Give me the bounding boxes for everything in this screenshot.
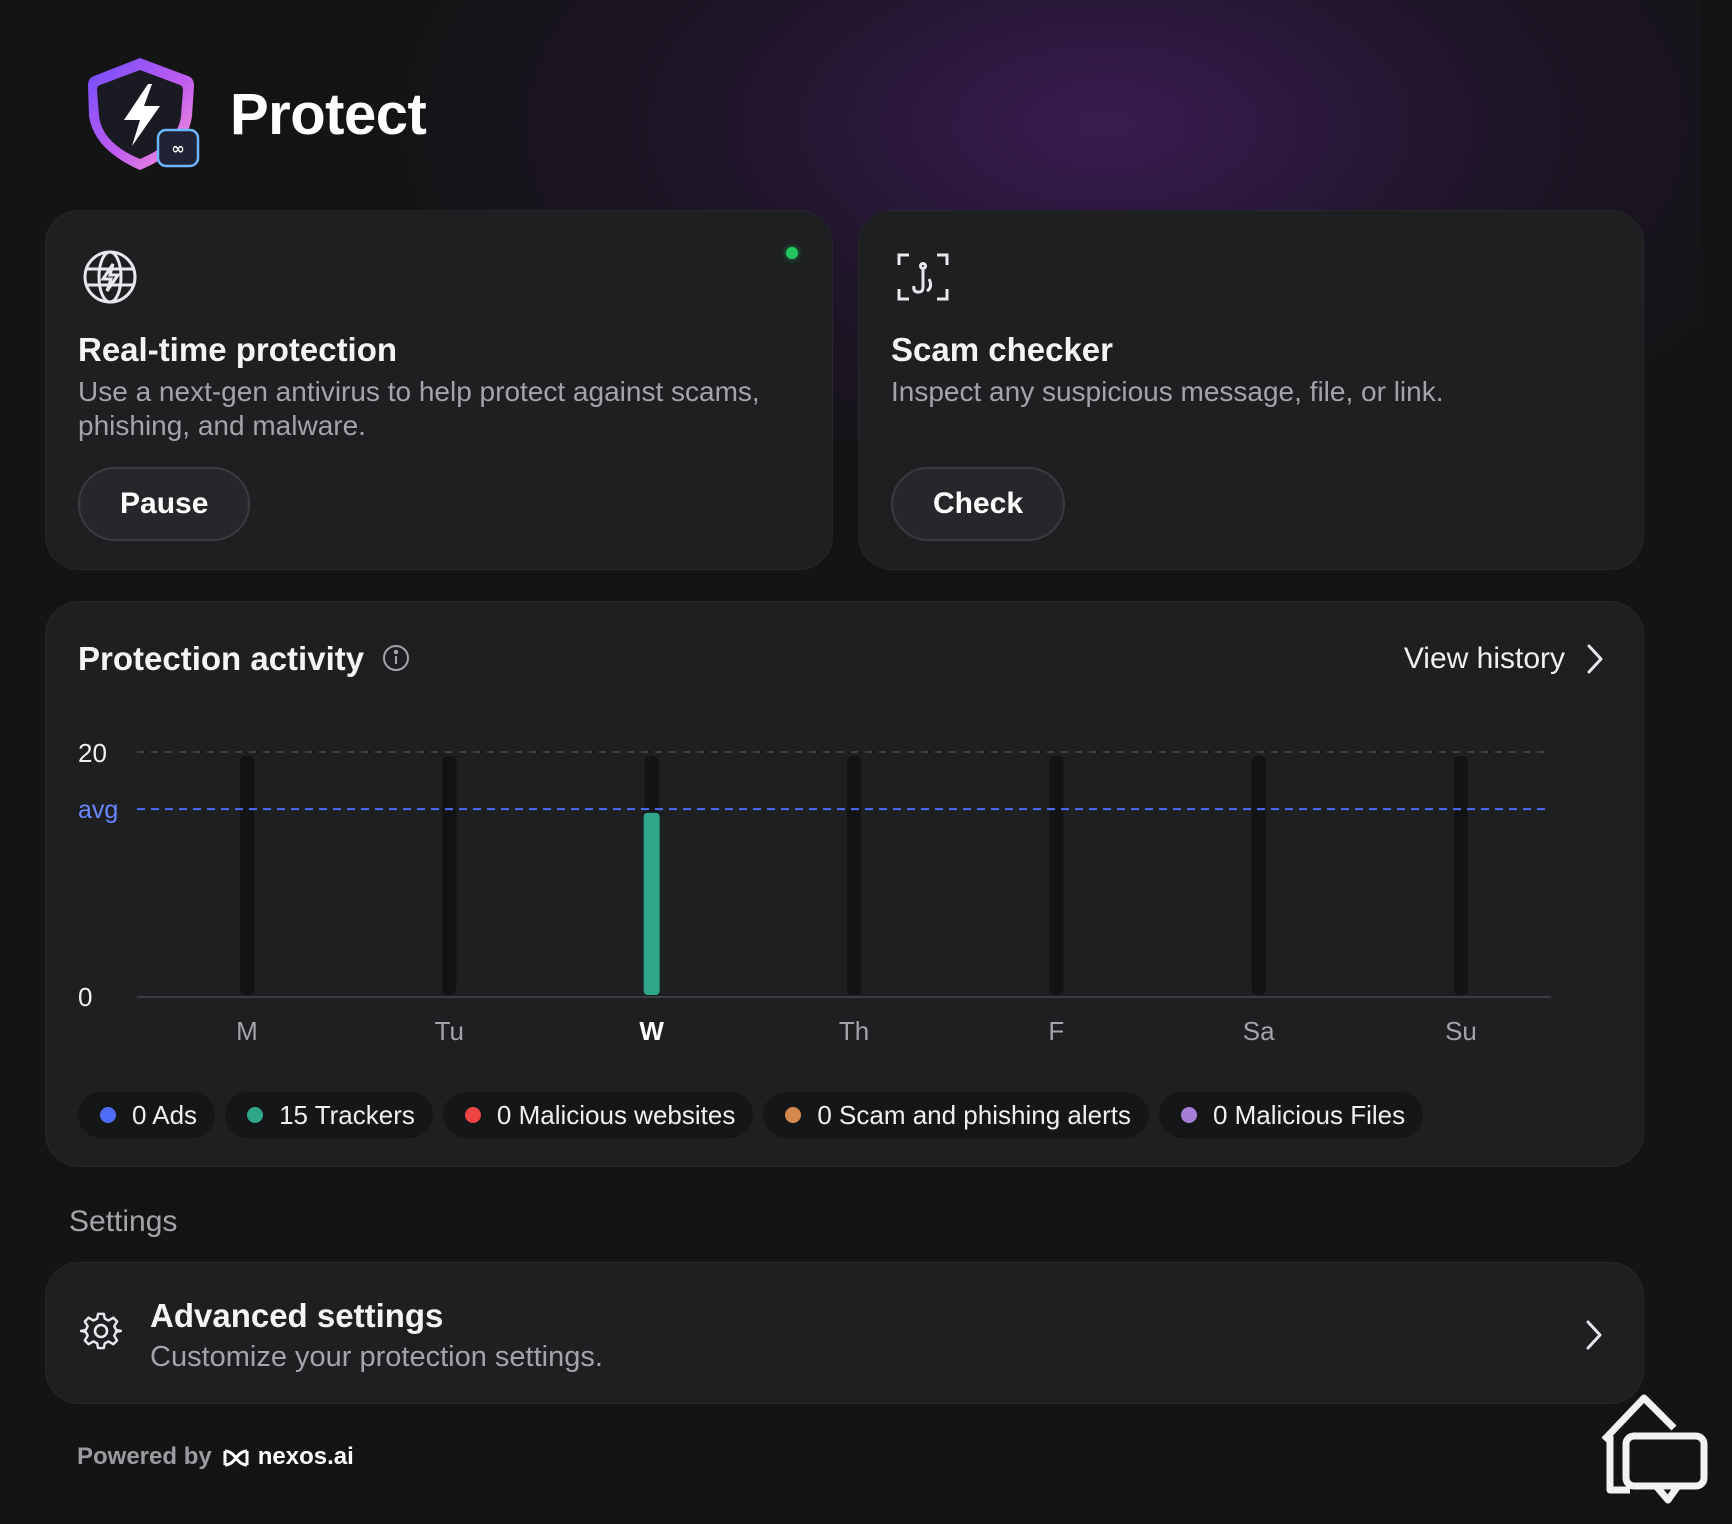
- advanced-settings-title: Advanced settings: [150, 1297, 444, 1334]
- legend-item: 0 Malicious Files: [1158, 1092, 1424, 1138]
- bar-track: [847, 756, 861, 995]
- footer: Powered by nexos.ai: [77, 1443, 354, 1471]
- x-tick-label: F: [1048, 1016, 1064, 1046]
- realtime-protection-card: Real-time protection Use a next-gen anti…: [45, 210, 833, 570]
- settings-section-label: Settings: [69, 1205, 178, 1238]
- advanced-settings-description: Customize your protection settings.: [150, 1341, 603, 1373]
- bar-track: [1049, 756, 1064, 995]
- globe-bolt-icon: [80, 247, 140, 307]
- check-button[interactable]: Check: [891, 467, 1066, 541]
- scam-checker-card: Scam checker Inspect any suspicious mess…: [858, 210, 1644, 570]
- footer-brand: nexos.ai: [257, 1443, 354, 1470]
- realtime-description: Use a next-gen antivirus to help protect…: [78, 376, 760, 441]
- shield-logo-icon: ∞: [84, 54, 202, 174]
- gear-icon: [79, 1311, 123, 1353]
- x-tick-label: M: [236, 1016, 258, 1046]
- legend-item: 15 Trackers: [225, 1092, 433, 1138]
- view-history-link[interactable]: View history: [1404, 642, 1565, 676]
- scam-title: Scam checker: [891, 331, 1113, 368]
- activity-title: Protection activity: [78, 640, 365, 677]
- chevron-right-icon: [1581, 1317, 1605, 1353]
- legend-item: 0 Scam and phishing alerts: [763, 1092, 1149, 1138]
- pause-button[interactable]: Pause: [78, 467, 251, 541]
- protection-activity-card: Protection activity View history 20 0 M Tu W…: [45, 601, 1644, 1167]
- x-tick-label: Th: [839, 1016, 869, 1046]
- bar-track: [240, 756, 254, 995]
- legend-dot: [100, 1107, 116, 1123]
- legend-dot: [785, 1107, 802, 1123]
- activity-legend: 0 Ads 15 Trackers 0 Malicious websites 0 Sc…: [78, 1092, 1424, 1138]
- y-tick-label: 20: [78, 738, 107, 768]
- svg-text:∞: ∞: [171, 139, 184, 158]
- bar-track: [442, 756, 457, 995]
- bar-W: [643, 812, 660, 995]
- advanced-settings-row[interactable]: Advanced settings Customize your protect…: [45, 1262, 1644, 1404]
- legend-label: 0 Malicious websites: [496, 1099, 736, 1130]
- scam-description: Inspect any suspicious message, file, or…: [891, 376, 1444, 407]
- legend-item: 0 Malicious websites: [442, 1092, 754, 1138]
- realtime-title: Real-time protection: [78, 331, 398, 368]
- bar-track: [1251, 756, 1266, 995]
- x-tick-label: W: [639, 1016, 664, 1046]
- x-tick-label: Su: [1445, 1016, 1477, 1046]
- page-title: Protect: [230, 81, 427, 147]
- legend-label: 0 Malicious Files: [1212, 1099, 1406, 1130]
- active-status-dot: [786, 247, 798, 259]
- legend-label: 0 Scam and phishing alerts: [817, 1099, 1131, 1130]
- legend-label: 15 Trackers: [279, 1099, 415, 1130]
- app-header: ∞ Protect: [84, 54, 427, 174]
- nexos-logo-icon: [222, 1447, 250, 1467]
- avg-label: avg: [78, 796, 118, 824]
- y-tick-label: 0: [78, 982, 92, 1012]
- chevron-right-icon[interactable]: [1581, 642, 1607, 676]
- legend-dot: [464, 1107, 481, 1123]
- bar-track: [1454, 756, 1468, 995]
- legend-label: 0 Ads: [132, 1099, 198, 1130]
- legend-dot: [1180, 1107, 1197, 1123]
- x-tick-label: Tu: [435, 1016, 464, 1046]
- x-tick-label: Sa: [1243, 1016, 1275, 1046]
- legend-dot: [247, 1107, 264, 1123]
- powered-by-text: Powered by: [77, 1443, 212, 1470]
- legend-item: 0 Ads: [78, 1092, 216, 1138]
- info-icon[interactable]: [382, 644, 410, 672]
- activity-chart: 20 0 M Tu W Th F Sa Su avg: [78, 738, 1551, 1046]
- scan-icon: [893, 247, 953, 307]
- home-chat-icon[interactable]: [1596, 1388, 1712, 1506]
